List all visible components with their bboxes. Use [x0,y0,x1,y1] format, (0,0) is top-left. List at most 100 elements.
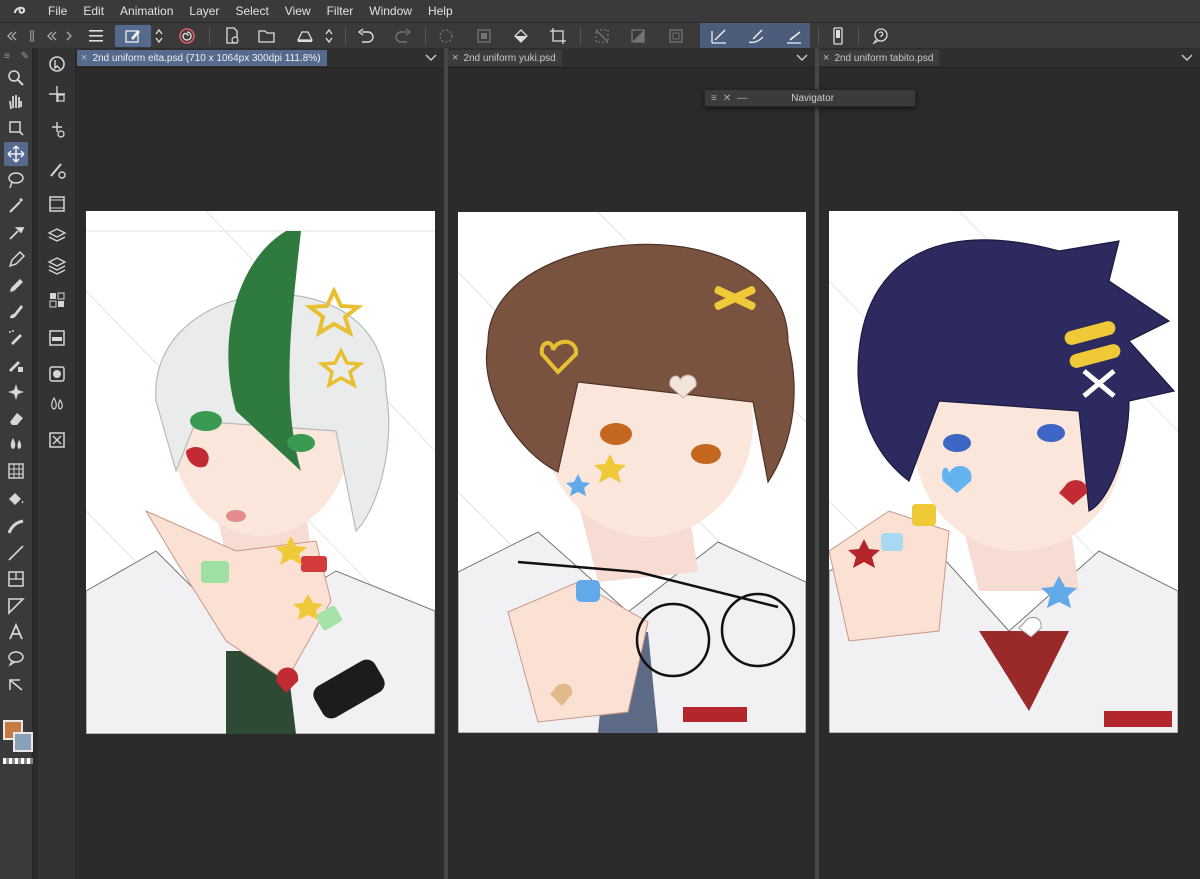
panel-menu-icon[interactable]: ≡ [4,51,10,62]
mask-icon[interactable] [45,362,69,386]
open-folder-icon[interactable] [255,25,279,47]
color-set-icon[interactable] [45,392,69,416]
spiral-app-icon[interactable] [175,25,199,47]
hamburger-menu-icon[interactable] [84,25,108,47]
tool-brush-mini-icon[interactable]: ✎ [21,51,29,62]
eraser-icon[interactable] [4,406,28,430]
layer-move-icon[interactable] [45,82,69,106]
collapse-right-icon[interactable] [42,25,62,47]
eyedropper-icon[interactable] [4,221,28,245]
text-icon[interactable] [4,620,28,644]
snap-ruler-icon[interactable] [707,25,731,47]
clip-studio-window: File Edit Animation Layer Select View Fi… [0,0,1200,879]
navigator-panel[interactable]: ≡ ✕ — Navigator [704,89,916,107]
panel-menu-icon[interactable]: ≡ [711,93,717,104]
artwork-tabito[interactable] [829,211,1178,733]
watercolor-icon[interactable] [4,432,28,456]
save-stepper-icon[interactable] [320,25,338,47]
close-icon[interactable]: × [452,52,458,64]
crop-icon[interactable] [546,25,570,47]
transform-icon[interactable] [45,118,69,142]
canvas-pane-yuki: × 2nd uniform yuki.psd [448,48,815,879]
chevron-down-icon[interactable] [1180,51,1194,65]
menu-help[interactable]: Help [420,0,461,22]
smartphone-icon[interactable] [826,25,850,47]
menu-edit[interactable]: Edit [75,0,112,22]
tab-eita[interactable]: × 2nd uniform eita.psd (710 x 1064px 300… [77,50,327,66]
color-chips[interactable] [3,720,33,764]
figure-icon[interactable] [4,594,28,618]
airbrush-icon[interactable] [4,326,28,350]
animation-cel-icon[interactable] [45,192,69,216]
edit-mode-icon[interactable] [115,25,151,47]
hand-icon[interactable] [4,90,28,114]
deselect-icon[interactable] [590,25,614,47]
menu-window[interactable]: Window [361,0,420,22]
correct-line-icon[interactable] [4,672,28,696]
move-icon[interactable] [4,142,28,166]
undo-icon[interactable] [354,25,378,47]
panel-grip-icon[interactable] [26,25,38,47]
line-icon[interactable] [4,541,28,565]
pencil-icon[interactable] [4,274,28,298]
artwork-yuki[interactable] [458,212,806,733]
mode-stepper-icon[interactable] [150,25,168,47]
layer-property-icon[interactable] [45,224,69,248]
close-icon[interactable]: ✕ [723,93,731,104]
chevron-right-icon[interactable] [62,25,76,47]
app-logo-icon[interactable] [0,0,40,22]
menu-file[interactable]: File [40,0,75,22]
frame-icon[interactable] [4,567,28,591]
minimize-icon[interactable]: — [737,93,747,104]
tab-yuki[interactable]: × 2nd uniform yuki.psd [448,50,562,66]
lasso-icon[interactable] [4,168,28,192]
decoration-icon[interactable] [4,353,28,377]
select-all-icon[interactable] [664,25,688,47]
menu-animation[interactable]: Animation [112,0,181,22]
transparent-color-swatch[interactable] [3,758,33,764]
close-icon[interactable]: × [81,52,87,64]
collapse-left-icon[interactable] [2,25,22,47]
tab-label: 2nd uniform yuki.psd [463,52,556,64]
invert-selection-icon[interactable] [626,25,650,47]
artwork-eita[interactable] [86,211,435,734]
magic-wand-icon[interactable] [4,194,28,218]
tool-palette-header: ≡ ✎ [0,48,33,64]
sub-tool-palette [38,48,76,879]
sub-color-swatch[interactable] [13,732,33,752]
snap-special-ruler-icon[interactable] [744,25,768,47]
close-icon[interactable]: × [823,52,829,64]
menu-filter[interactable]: Filter [319,0,362,22]
object-select-icon[interactable] [45,52,69,76]
brush-icon[interactable] [4,300,28,324]
ruler-icon[interactable] [4,459,28,483]
menu-select[interactable]: Select [227,0,276,22]
chevron-down-icon[interactable] [424,51,438,65]
clear-icon[interactable] [434,25,458,47]
clear-outside-icon[interactable] [472,25,496,47]
chevron-down-icon[interactable] [795,51,809,65]
blend-icon[interactable] [4,380,28,404]
save-icon[interactable] [293,25,317,47]
tab-label: 2nd uniform tabito.psd [834,52,934,64]
fill-icon[interactable] [4,488,28,512]
zoom-icon[interactable] [4,66,28,90]
gradient-icon[interactable] [4,515,28,539]
pen-icon[interactable] [4,248,28,272]
delete-layer-icon[interactable] [45,428,69,452]
menu-layer[interactable]: Layer [181,0,227,22]
help-bubble-icon[interactable] [869,25,893,47]
redo-icon[interactable] [391,25,415,47]
new-file-icon[interactable] [220,25,244,47]
panel-layout-icon[interactable] [45,326,69,350]
layer-stack-icon[interactable] [45,254,69,278]
fill-bucket-icon[interactable] [509,25,533,47]
rotate-3d-icon[interactable] [4,116,28,140]
menu-view[interactable]: View [277,0,319,22]
snap-grid-icon[interactable] [782,25,806,47]
brush-settings-icon[interactable] [45,158,69,182]
material-icon[interactable] [45,288,69,312]
command-bar [0,22,1200,49]
tab-tabito[interactable]: × 2nd uniform tabito.psd [819,50,940,66]
balloon-icon[interactable] [4,646,28,670]
